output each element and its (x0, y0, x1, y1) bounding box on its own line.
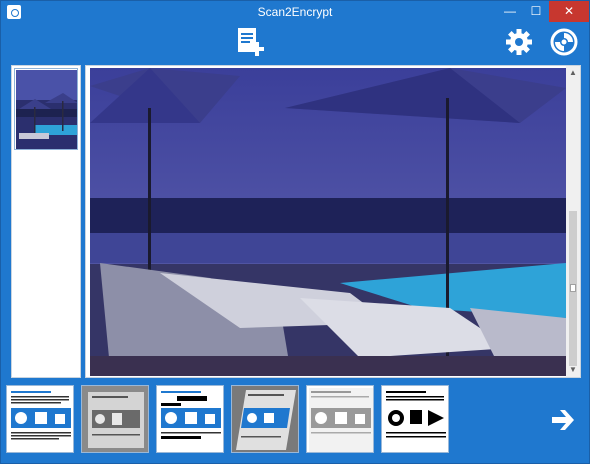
about-button[interactable] (545, 23, 583, 61)
page-thumbnail-list[interactable] (11, 65, 81, 378)
toolbar (1, 23, 589, 63)
maximize-button[interactable]: ☐ (523, 1, 549, 22)
filter-skewed[interactable] (231, 385, 299, 453)
page-preview[interactable]: ▲ ▼ (85, 65, 581, 378)
filter-grayscale-preview (82, 386, 148, 452)
scanned-page-image (90, 68, 566, 376)
arrow-right-icon (552, 410, 574, 430)
filter-redacted-preview (159, 388, 223, 452)
scroll-up-arrow[interactable]: ▲ (566, 67, 580, 79)
title-bar: Scan2Encrypt — ☐ ✕ (1, 1, 589, 23)
filter-strip (6, 385, 486, 453)
settings-button[interactable] (500, 23, 538, 61)
page-thumbnail-image (15, 69, 77, 149)
scroll-grip (570, 284, 576, 292)
scroll-down-arrow[interactable]: ▼ (566, 364, 580, 376)
close-button[interactable]: ✕ (549, 1, 589, 22)
filter-original[interactable] (6, 385, 74, 453)
preview-scrollbar[interactable]: ▲ ▼ (566, 66, 580, 377)
filter-skewed-preview (232, 386, 298, 452)
page-thumbnail[interactable] (14, 68, 78, 150)
app-window: Scan2Encrypt — ☐ ✕ ▲ ▼ (0, 0, 590, 464)
scan2encrypt-logo-icon (550, 28, 578, 56)
document-add-icon (238, 28, 264, 56)
filter-grayscale[interactable] (81, 385, 149, 453)
filter-redacted[interactable] (156, 385, 224, 453)
filter-original-preview (9, 388, 73, 452)
filter-black-white[interactable] (381, 385, 449, 453)
filter-bright-preview (309, 388, 373, 452)
next-button[interactable] (549, 405, 579, 435)
filter-bright[interactable] (306, 385, 374, 453)
add-page-button[interactable] (231, 23, 269, 61)
scroll-thumb[interactable] (569, 211, 577, 366)
gear-icon (506, 29, 532, 55)
minimize-button[interactable]: — (497, 1, 523, 22)
filter-black-white-preview (384, 388, 448, 452)
